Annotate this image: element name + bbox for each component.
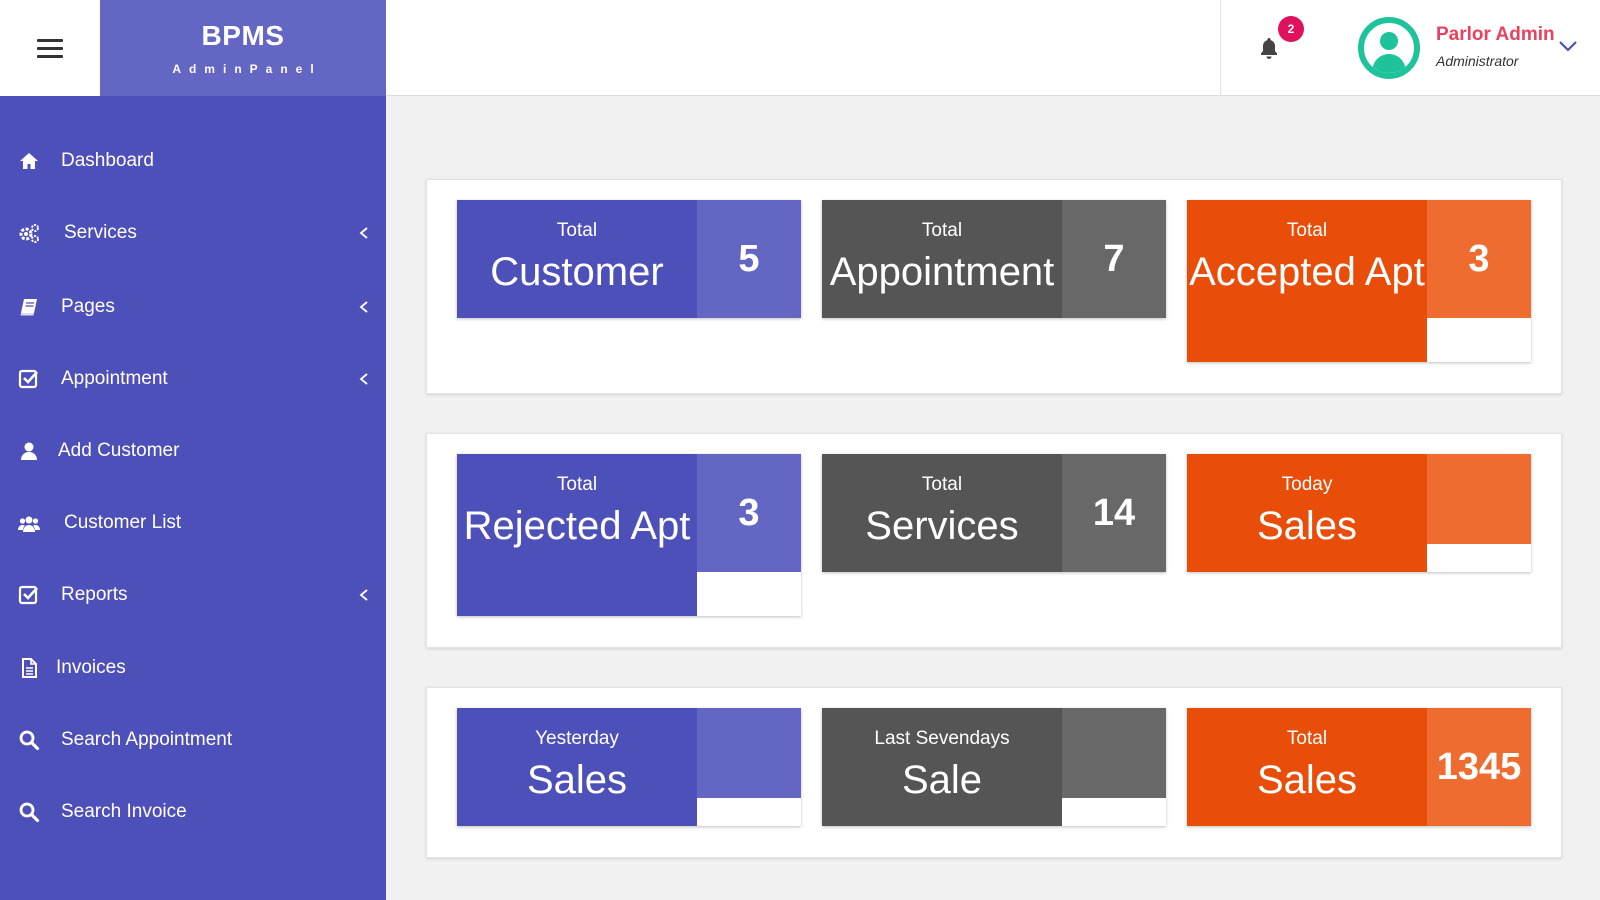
sidebar-item-label: Search Invoice [61,801,187,822]
stat-card-title: Sales [526,758,628,802]
stat-card-main: Total Services [822,454,1062,572]
sidebar-item-label: Reports [61,584,128,605]
user-name[interactable]: Parlor Admin [1436,24,1555,46]
brand-logo[interactable]: BPMS AdminPanel [100,0,386,96]
sidebar-item-label: Customer List [64,512,182,533]
stat-card-yesterday-sales[interactable]: Yesterday Sales [457,708,801,826]
sidebar-item-label: Appointment [61,368,168,389]
stat-card-caption: Last Sevendays [874,728,1010,749]
chevron-down-icon[interactable] [1558,38,1578,54]
brand-subtitle: AdminPanel [172,62,322,76]
stat-card-caption: Total [921,474,963,495]
stat-card-total-accepted-apt[interactable]: Total Accepted Apt 3 [1187,200,1531,362]
sidebar-item-label: Invoices [56,657,126,678]
brand-name: BPMS [201,20,285,51]
stat-card-title: Rejected Apt [463,504,691,548]
stat-card-caption: Total [556,220,598,241]
stat-card-title: Sales [1256,504,1358,548]
sidebar-item-label: Pages [61,296,115,317]
stat-card-value [697,708,801,798]
stats-panel-1: Total Customer 5 Total Appointment 7 Tot… [426,179,1562,394]
stat-card-caption: Total [1286,220,1328,241]
topbar-divider [1220,0,1221,96]
sidebar-item-label: Services [64,222,137,243]
user-silhouette-icon [1372,32,1406,73]
stat-card-value [1062,708,1166,798]
stat-card-last-sevendays-sale[interactable]: Last Sevendays Sale [822,708,1166,826]
stat-card-total-rejected-apt[interactable]: Total Rejected Apt 3 [457,454,801,616]
search-icon [19,730,40,751]
stats-panel-3: Yesterday Sales Last Sevendays Sale Tota… [426,687,1562,858]
stat-card-main: Total Rejected Apt [457,454,697,616]
check-square-icon [18,585,38,605]
sidebar: Dashboard Services Pages Appointment Add… [0,96,386,900]
sidebar-item-invoices[interactable]: Invoices [0,643,386,693]
stat-card-caption: Yesterday [535,728,619,749]
stat-card-main: Today Sales [1187,454,1427,572]
stat-card-value: 3 [697,454,801,572]
stat-card-main: Yesterday Sales [457,708,697,826]
stat-card-caption: Today [1281,474,1333,495]
user-icon [21,442,37,460]
file-icon [22,658,37,678]
sidebar-item-add-customer[interactable]: Add Customer [0,426,386,476]
stat-card-today-sales[interactable]: Today Sales [1187,454,1531,572]
stat-card-value [1427,454,1531,544]
stat-card-value: 1345 [1427,708,1531,826]
sidebar-item-label: Add Customer [58,440,180,461]
chevron-left-icon [359,589,368,601]
stat-card-total-appointment[interactable]: Total Appointment 7 [822,200,1166,318]
stat-card-value: 3 [1427,200,1531,318]
stat-card-main: Total Accepted Apt [1187,200,1427,362]
sidebar-item-appointment[interactable]: Appointment [0,354,386,404]
stat-card-caption: Total [1286,728,1328,749]
stat-card-main: Total Appointment [822,200,1062,318]
chevron-left-icon [359,373,368,385]
stat-card-value: 5 [697,200,801,318]
chevron-left-icon [359,301,368,313]
home-icon [20,153,38,169]
stat-card-title: Customer [490,250,664,294]
stats-panel-2: Total Rejected Apt 3 Total Services 14 T… [426,433,1562,648]
stat-card-total-sales[interactable]: Total Sales 1345 [1187,708,1531,826]
stat-card-main: Total Sales [1187,708,1427,826]
sidebar-item-services[interactable]: Services [0,208,386,258]
sidebar-item-customer-list[interactable]: Customer List [0,498,386,548]
users-icon [18,516,40,532]
check-square-icon [18,369,38,389]
sidebar-item-label: Dashboard [61,150,154,171]
stat-card-title: Appointment [829,250,1055,294]
stat-card-main: Total Customer [457,200,697,318]
sidebar-item-search-invoice[interactable]: Search Invoice [0,787,386,837]
user-avatar[interactable] [1358,17,1420,79]
sidebar-item-pages[interactable]: Pages [0,282,386,332]
user-role: Administrator [1436,53,1519,69]
stat-card-title: Accepted Apt [1189,250,1425,294]
stat-card-caption: Total [921,220,963,241]
stat-card-value: 7 [1062,200,1166,318]
sidebar-item-reports[interactable]: Reports [0,570,386,620]
sidebar-item-label: Search Appointment [61,729,233,750]
bell-icon[interactable] [1258,36,1280,60]
stat-card-title: Services [865,504,1019,548]
stat-card-caption: Total [556,474,598,495]
gears-icon [19,224,39,243]
book-icon [20,299,37,316]
sidebar-item-search-appointment[interactable]: Search Appointment [0,715,386,765]
stat-card-value: 14 [1062,454,1166,572]
menu-toggle-area [0,0,100,96]
hamburger-menu-icon[interactable] [37,38,63,58]
stat-card-main: Last Sevendays Sale [822,708,1062,826]
stat-card-total-customer[interactable]: Total Customer 5 [457,200,801,318]
sidebar-item-dashboard[interactable]: Dashboard [0,136,386,186]
search-icon [19,802,40,823]
notification-badge: 2 [1278,16,1304,42]
chevron-left-icon [359,227,368,239]
stat-card-total-services[interactable]: Total Services 14 [822,454,1166,572]
stat-card-title: Sales [1256,758,1358,802]
stat-card-title: Sale [901,758,983,802]
